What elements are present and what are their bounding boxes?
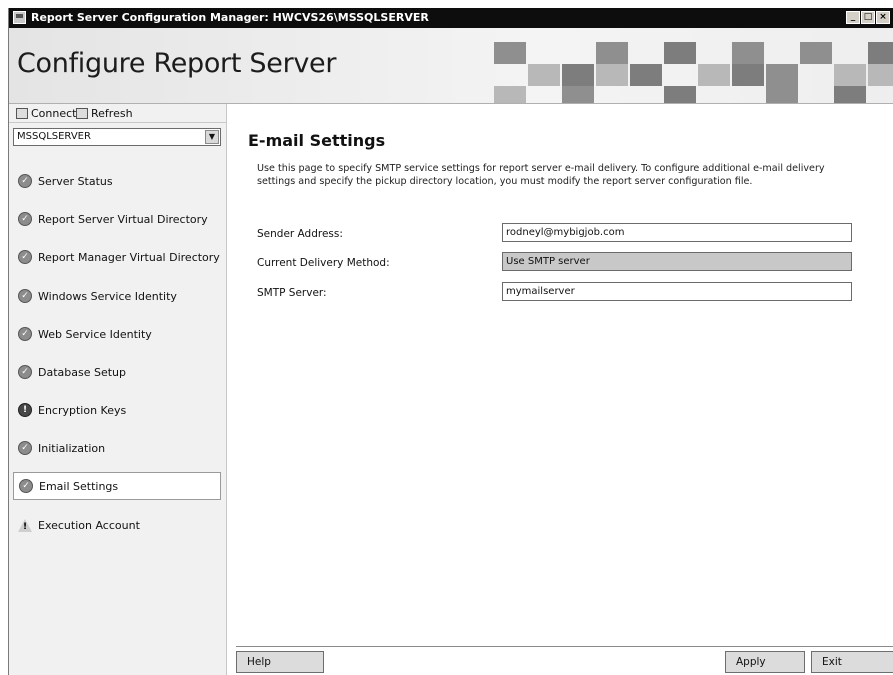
page-description: Use this page to specify SMTP service se… <box>257 163 825 187</box>
nav-item-initialization[interactable]: ✓ Initialization <box>13 434 221 462</box>
page-title: E-mail Settings <box>248 131 386 150</box>
footer-divider <box>236 646 893 647</box>
sender-address-label: Sender Address: <box>257 228 343 240</box>
nav-item-label: Initialization <box>38 441 106 455</box>
apply-button[interactable]: Apply <box>725 651 805 673</box>
refresh-icon <box>76 108 88 119</box>
server-instance-select[interactable]: MSSQLSERVER ▼ <box>13 128 221 146</box>
nav-item-execution-account[interactable]: ! Execution Account <box>13 511 221 539</box>
nav-item-label: Execution Account <box>38 518 140 532</box>
server-instance-value: MSSQLSERVER <box>17 131 91 142</box>
title-bar: Report Server Configuration Manager: HWC… <box>9 8 893 28</box>
nav-item-web-service-identity[interactable]: ✓ Web Service Identity <box>13 320 221 348</box>
sidebar: Connect Refresh MSSQLSERVER ▼ ✓ Server S… <box>9 104 227 675</box>
check-icon: ✓ <box>18 289 32 303</box>
nav-item-report-server-virtual-directory[interactable]: ✓ Report Server Virtual Directory <box>13 205 221 233</box>
nav-item-label: Windows Service Identity <box>38 289 177 303</box>
smtp-server-label: SMTP Server: <box>257 287 327 299</box>
refresh-label: Refresh <box>91 107 133 120</box>
check-icon: ✓ <box>18 327 32 341</box>
nav-item-label: Database Setup <box>38 365 126 379</box>
nav-item-label: Report Manager Virtual Directory <box>38 250 220 264</box>
close-button[interactable]: × <box>876 11 890 24</box>
check-icon: ✓ <box>19 479 33 493</box>
check-icon: ✓ <box>18 212 32 226</box>
app-icon <box>13 11 26 24</box>
nav-item-report-manager-virtual-directory[interactable]: ✓ Report Manager Virtual Directory <box>13 243 221 271</box>
warning-icon: ! <box>18 518 32 532</box>
nav-item-label: Web Service Identity <box>38 327 152 341</box>
nav-item-label: Email Settings <box>39 479 119 493</box>
main-panel: E-mail Settings Use this page to specify… <box>227 104 893 675</box>
exit-button[interactable]: Exit <box>811 651 893 673</box>
nav-item-label: Report Server Virtual Directory <box>38 212 208 226</box>
nav-item-encryption-keys[interactable]: ! Encryption Keys <box>13 396 221 424</box>
header-banner: Configure Report Server <box>9 28 893 104</box>
delivery-method-label: Current Delivery Method: <box>257 257 390 269</box>
report-server-config-window: Report Server Configuration Manager: HWC… <box>8 8 893 675</box>
check-icon: ✓ <box>18 441 32 455</box>
help-button[interactable]: Help <box>236 651 324 673</box>
window-title: Report Server Configuration Manager: HWC… <box>31 11 429 24</box>
nav-item-database-setup[interactable]: ✓ Database Setup <box>13 358 221 386</box>
check-icon: ✓ <box>18 174 32 188</box>
nav-item-label: Encryption Keys <box>38 403 127 417</box>
check-icon: ✓ <box>18 250 32 264</box>
refresh-button[interactable]: Refresh <box>76 107 133 120</box>
sidebar-toolbar: Connect Refresh <box>9 104 227 123</box>
minimize-button[interactable]: _ <box>846 11 860 24</box>
nav-item-label: Server Status <box>38 174 113 188</box>
maximize-button[interactable]: □ <box>861 11 875 24</box>
connect-label: Connect <box>31 107 77 120</box>
connect-icon <box>16 108 28 119</box>
info-icon: ! <box>18 403 32 417</box>
banner-title: Configure Report Server <box>17 48 337 79</box>
connect-button[interactable]: Connect <box>16 107 76 120</box>
chevron-down-icon[interactable]: ▼ <box>205 130 219 144</box>
nav-item-windows-service-identity[interactable]: ✓ Windows Service Identity <box>13 282 221 310</box>
delivery-method-field: Use SMTP server <box>502 252 852 271</box>
smtp-server-input[interactable]: mymailserver <box>502 282 852 301</box>
sender-address-input[interactable]: rodneyl@mybigjob.com <box>502 223 852 242</box>
nav-item-server-status[interactable]: ✓ Server Status <box>13 167 221 195</box>
nav-item-email-settings[interactable]: ✓ Email Settings <box>13 472 221 500</box>
check-icon: ✓ <box>18 365 32 379</box>
